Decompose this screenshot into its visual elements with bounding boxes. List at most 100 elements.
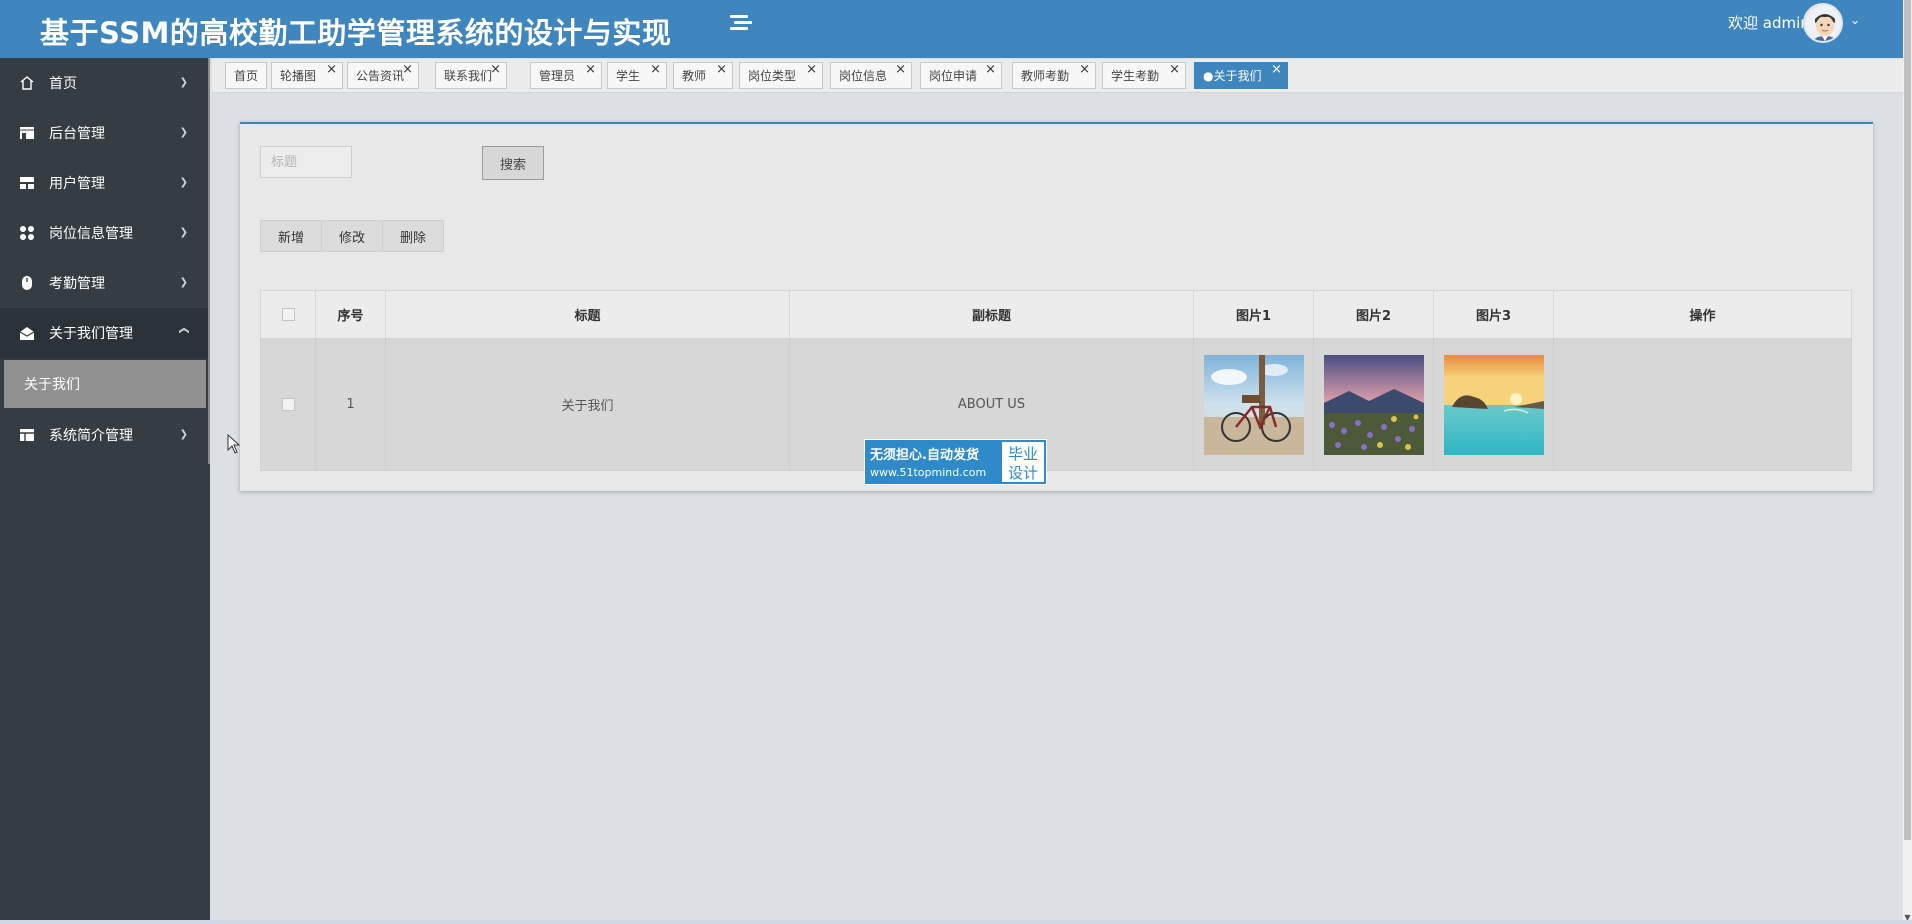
column-header: 标题 [386,291,790,338]
row-select-cell [261,339,316,470]
sidebar-item-label: 岗位信息管理 [49,226,133,242]
watermark-right2: 设计 [1007,464,1038,482]
sidebar-item-attendance[interactable]: 考勤管理 ❯ [0,258,210,308]
window-scrollbar[interactable]: ▼ [1903,0,1912,924]
sidebar-subitem-about-us[interactable]: 关于我们 [4,360,206,408]
sidebar-item-home[interactable]: 首页 ❯ [0,58,210,108]
close-icon[interactable]: × [1271,62,1282,77]
sidebar-item-positions[interactable]: 岗位信息管理 ❯ [0,208,210,258]
tab-about-us[interactable]: ●关于我们 × [1194,62,1288,89]
tab-student-attendance[interactable]: 学生考勤 × [1102,62,1186,89]
tab-teachers[interactable]: 教师 × [673,62,733,89]
sidebar-item-about-us-mgmt[interactable]: 关于我们管理 ❯ [0,308,210,358]
column-header: 序号 [316,291,386,338]
content-panel: 搜索 新增 修改 删除 序号 标题 副标题 图片1 图片2 图片3 操作 1 关… [240,122,1873,491]
row-actions-cell [1554,339,1851,470]
bicycle-image[interactable] [1203,354,1304,455]
watermark-right1: 毕业 [1007,445,1038,463]
tab-position-types[interactable]: 岗位类型 × [739,62,823,89]
close-icon[interactable]: × [716,62,727,77]
sidebar-item-users[interactable]: 用户管理 ❯ [0,158,210,208]
tab-label: 教师考勤 [1021,69,1070,83]
table-icon [18,426,36,444]
delete-button[interactable]: 删除 [382,220,444,252]
tab-label: 公告资讯 [356,69,405,83]
welcome-text: 欢迎 admin [1728,14,1810,32]
close-icon[interactable]: × [326,62,337,77]
tab-label: 学生 [616,69,641,83]
mouse-icon [18,274,36,292]
data-table: 序号 标题 副标题 图片1 图片2 图片3 操作 1 关于我们 ABOUT US [260,290,1852,471]
sidebar-item-label: 关于我们管理 [49,326,133,342]
menu-toggle-icon[interactable] [730,12,756,34]
table-header-row: 序号 标题 副标题 图片1 图片2 图片3 操作 [260,290,1852,339]
close-icon[interactable]: × [806,62,817,77]
select-all-cell [261,291,316,338]
close-icon[interactable]: × [1169,62,1180,77]
app-title: 基于SSM的高校勤工助学管理系统的设计与实现 [40,16,672,50]
tab-contact[interactable]: 联系我们 × [435,62,507,89]
tab-position-info[interactable]: 岗位信息 × [830,62,912,89]
row-title: 关于我们 [386,339,790,470]
chevron-up-icon: ❯ [178,326,190,335]
close-icon[interactable]: × [1079,62,1090,77]
table-row[interactable]: 1 关于我们 ABOUT US [260,339,1852,471]
avatar[interactable] [1803,3,1843,43]
row-checkbox[interactable] [281,398,295,411]
title-search-input[interactable] [260,146,352,178]
tab-teacher-attendance[interactable]: 教师考勤 × [1012,62,1096,89]
tab-label: 岗位信息 [839,69,888,83]
sidebar-item-label: 后台管理 [49,126,105,142]
image3-cell [1434,339,1554,470]
close-icon[interactable]: × [895,62,906,77]
sidebar-scrollbar[interactable] [208,58,210,464]
edit-button[interactable]: 修改 [321,220,383,252]
sidebar-item-label: 考勤管理 [49,276,105,292]
watermark-line1: 无须担心.自动发货 [870,448,979,463]
user-avatar-icon [1805,5,1841,41]
tab-carousel[interactable]: 轮播图 × [271,62,343,89]
tab-label: 学生考勤 [1111,69,1160,83]
lavender-field-image[interactable] [1323,354,1424,455]
tab-label: 管理员 [539,69,576,83]
watermark-badge: 无须担心.自动发货 www.51topmind.com 毕业 设计 [864,439,1047,485]
tab-home[interactable]: 首页 [225,62,267,89]
column-header: 图片2 [1314,291,1434,338]
watermark-line2: www.51topmind.com [870,466,987,479]
tab-label: ●关于我们 [1203,69,1262,83]
add-button[interactable]: 新增 [260,220,322,252]
search-button[interactable]: 搜索 [482,146,544,180]
chevron-down-icon: ❯ [179,429,188,440]
tab-position-applications[interactable]: 岗位申请 × [920,62,1002,89]
tab-announcements[interactable]: 公告资讯 × [347,62,419,89]
sidebar-item-label: 用户管理 [49,176,105,192]
image1-cell [1194,339,1314,470]
close-icon[interactable]: × [650,62,661,77]
sidebar-item-label: 首页 [49,76,77,92]
close-icon[interactable]: × [490,62,501,77]
watermark-text: 无须担心.自动发货 www.51topmind.com [865,440,1000,484]
sidebar-item-backend[interactable]: 后台管理 ❯ [0,108,210,158]
chevron-down-icon: ❯ [179,127,188,138]
close-icon[interactable]: × [585,62,596,77]
column-header: 副标题 [790,291,1194,338]
row-index: 1 [316,339,386,470]
watermark-badge-right: 毕业 设计 [1000,440,1046,484]
chevron-down-icon: ❯ [179,227,188,238]
tab-students[interactable]: 学生 × [607,62,667,89]
sunset-sea-image[interactable] [1443,354,1544,455]
store-icon [18,124,36,142]
sidebar-item-system-intro[interactable]: 系统简介管理 ❯ [0,410,210,460]
select-all-checkbox[interactable] [281,308,295,321]
close-icon[interactable]: × [402,62,413,77]
chevron-down-icon: ❯ [179,277,188,288]
image2-cell [1314,339,1434,470]
tab-label: 岗位申请 [929,69,978,83]
bottom-bar [0,920,1912,924]
close-icon[interactable]: × [985,62,996,77]
column-header: 图片3 [1434,291,1554,338]
user-dropdown-chevron-icon[interactable]: ⌄ [1850,13,1860,27]
tab-admins[interactable]: 管理员 × [530,62,602,89]
scrollbar-thumb[interactable] [1904,0,1911,840]
sidebar: 首页 ❯ 后台管理 ❯ 用户管理 ❯ 岗位信息管理 ❯ 考勤管理 ❯ 关于我们管… [0,58,210,924]
